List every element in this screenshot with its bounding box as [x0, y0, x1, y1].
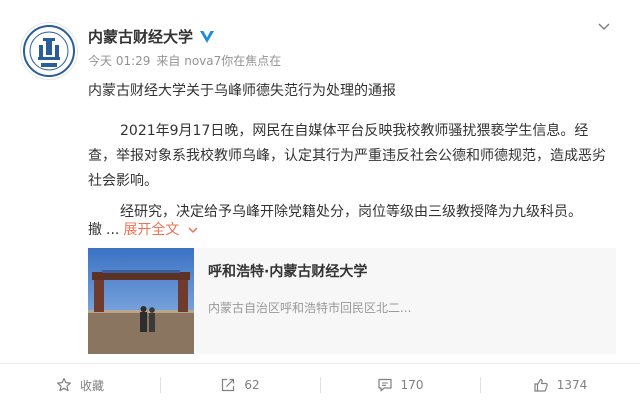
post-content: 2021年9月17日晚，网民在自媒体平台反映我校教师骚扰猥亵学生信息。经查，举报… — [88, 119, 608, 225]
chevron-down-icon[interactable] — [596, 18, 612, 34]
location-card[interactable]: 呼和浩特·内蒙古财经大学 内蒙古自治区呼和浩特市回民区北二... — [88, 248, 616, 354]
repost-button[interactable]: 62 — [160, 364, 320, 406]
comment-button[interactable]: 170 — [320, 364, 480, 406]
favorite-button[interactable]: 收藏 — [0, 364, 160, 406]
post-title: 内蒙古财经大学关于乌峰师德失范行为处理的通报 — [88, 83, 396, 99]
action-bar: 收藏 62 170 1374 — [0, 364, 640, 406]
expand-row: 撤 ... 展开全文 — [88, 219, 199, 241]
post-source: 来自 nova7你在焦点在 — [156, 54, 282, 68]
ellipsis: ... — [106, 222, 120, 238]
expand-full-text-link[interactable]: 展开全文 — [123, 219, 179, 241]
post-time[interactable]: 今天 01:29 — [88, 52, 150, 69]
comment-count: 170 — [400, 378, 424, 392]
truncated-text: 撤 — [88, 222, 102, 238]
university-logo-icon — [23, 25, 75, 77]
favorite-label: 收藏 — [79, 378, 104, 393]
post-paragraph: 2021年9月17日晚，网民在自媒体平台反映我校教师骚扰猥亵学生信息。经查，举报… — [88, 123, 606, 189]
location-photo — [88, 248, 194, 354]
location-address: 内蒙古自治区呼和浩特市回民区北二... — [208, 301, 412, 315]
chevron-down-icon[interactable] — [187, 224, 199, 236]
author-avatar[interactable] — [20, 22, 78, 80]
author-row: 内蒙古财经大学 — [88, 25, 215, 47]
repost-count: 62 — [244, 378, 260, 392]
like-button[interactable]: 1374 — [480, 364, 640, 406]
post-meta: 今天 01:29 来自 nova7你在焦点在 — [88, 52, 281, 69]
share-icon — [222, 378, 235, 392]
verified-badge-icon — [200, 31, 215, 43]
location-info: 呼和浩特·内蒙古财经大学 内蒙古自治区呼和浩特市回民区北二... — [194, 248, 411, 354]
like-count: 1374 — [556, 378, 588, 392]
location-name: 呼和浩特·内蒙古财经大学 — [208, 264, 368, 280]
weibo-post-card: 内蒙古财经大学 今天 01:29 来自 nova7你在焦点在 内蒙古财经大学关于… — [0, 0, 640, 410]
comment-icon — [377, 378, 392, 392]
author-name[interactable]: 内蒙古财经大学 — [88, 26, 193, 47]
star-icon — [56, 377, 71, 392]
thumbs-up-icon — [534, 378, 548, 392]
